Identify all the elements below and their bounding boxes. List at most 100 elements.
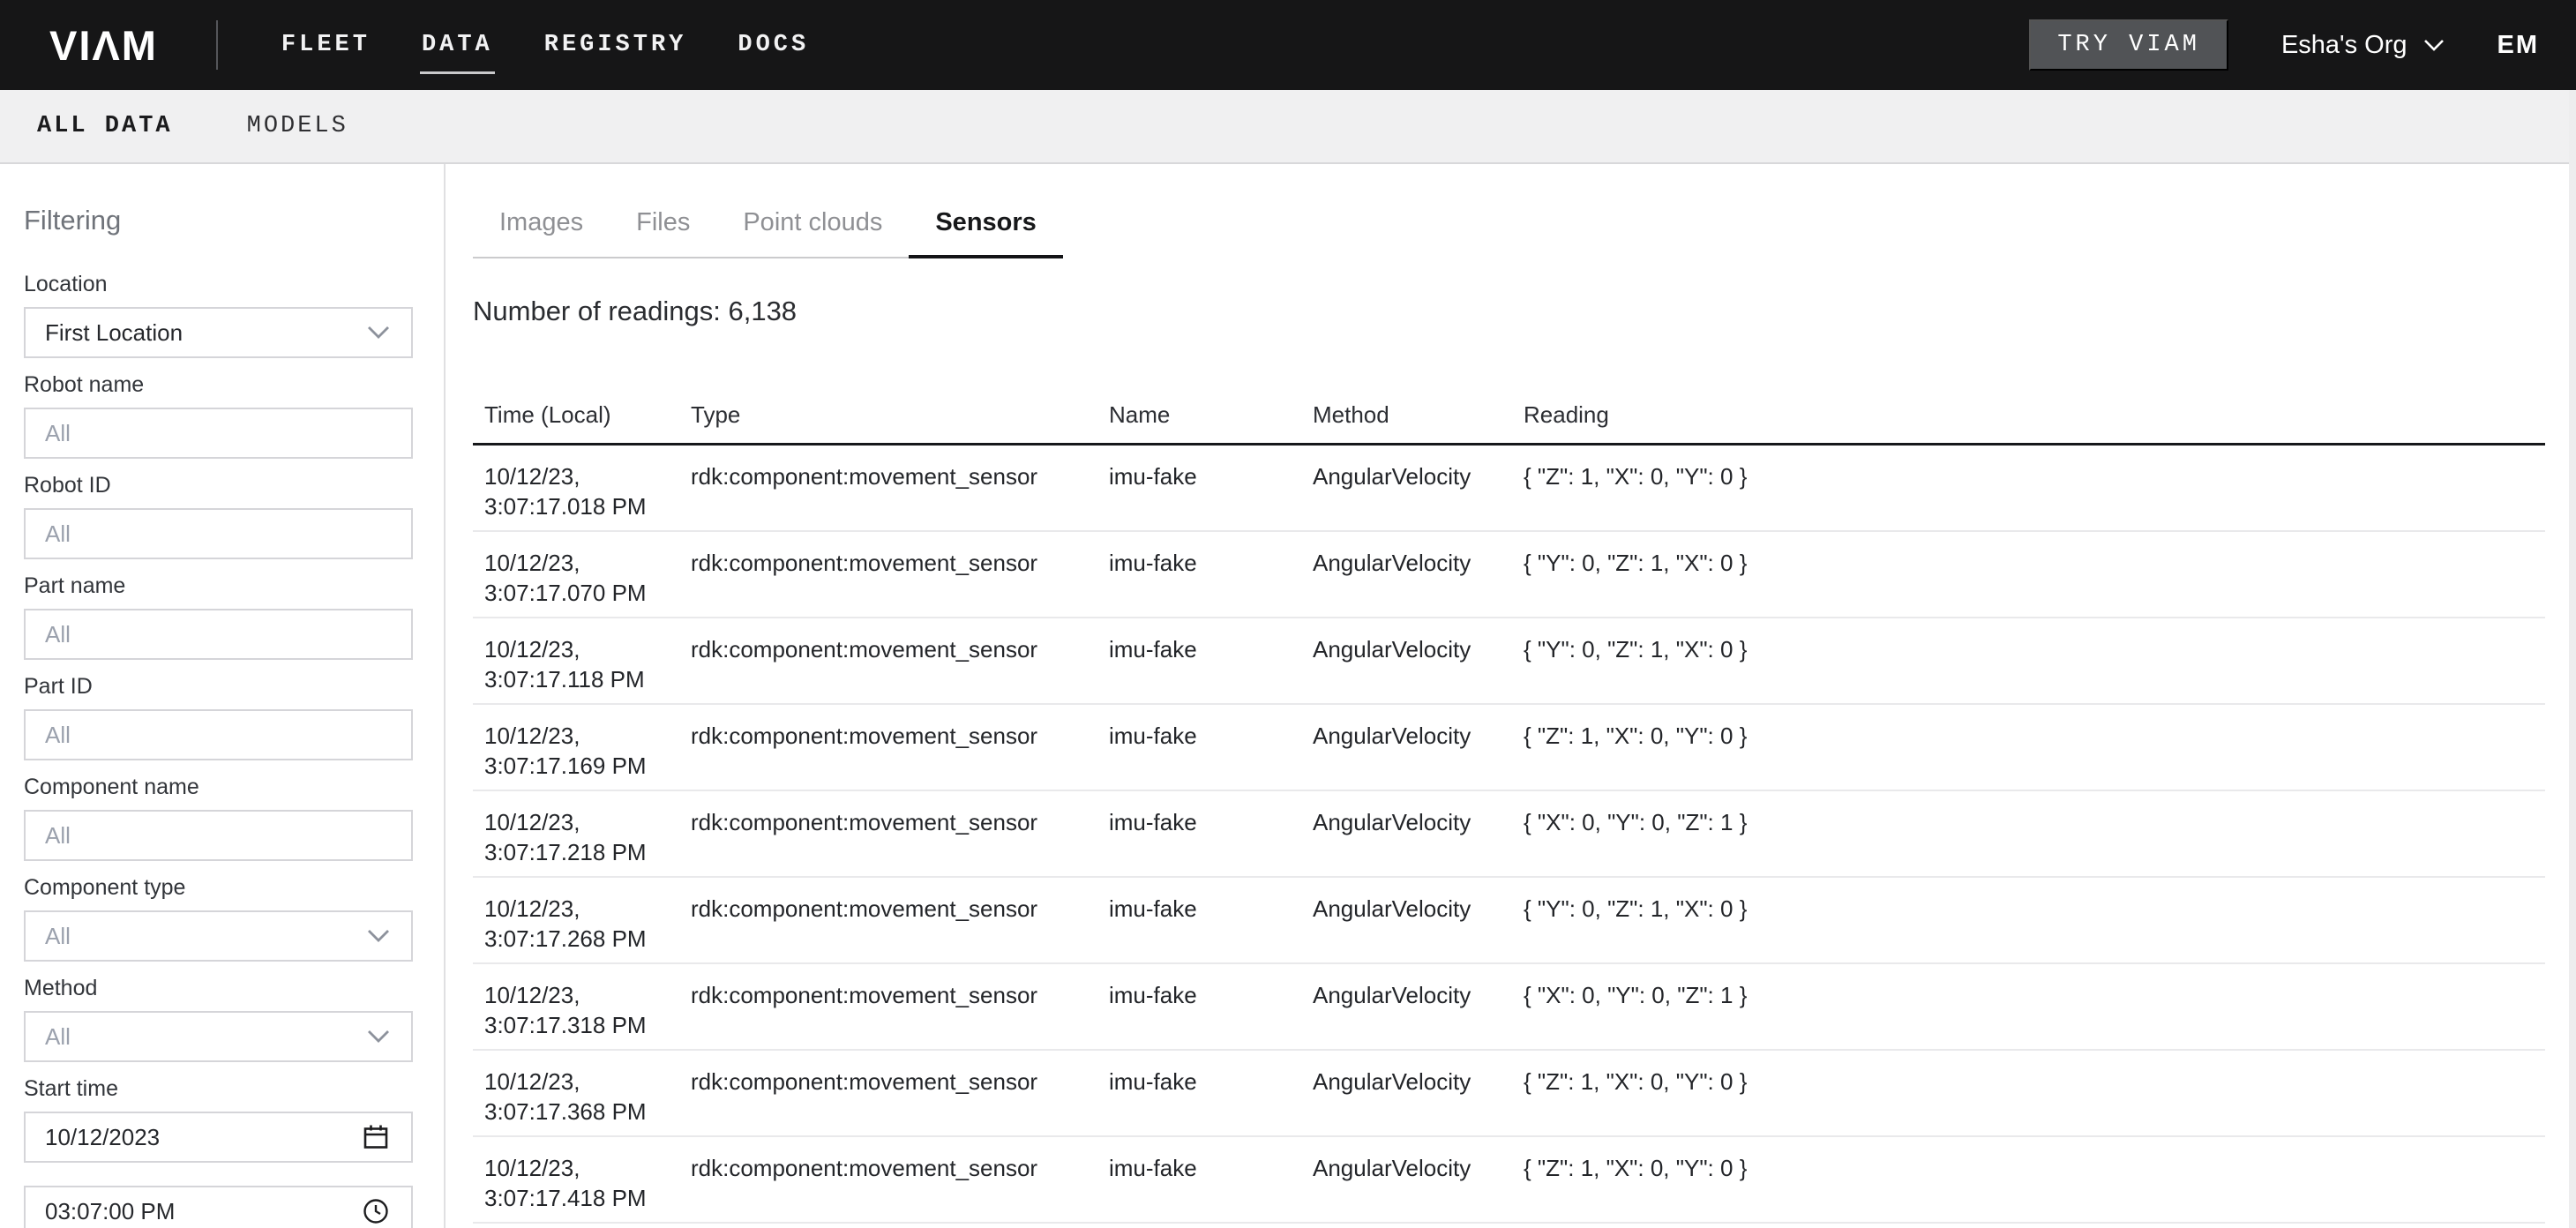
method-select[interactable]: All — [24, 1011, 413, 1062]
filter-heading: Filtering — [24, 205, 413, 236]
cell-method: AngularVelocity — [1313, 634, 1524, 703]
table-row[interactable]: 10/12/23, 3:07:17.418 PM rdk:component:m… — [473, 1137, 2545, 1224]
cell-time: 10/12/23, 3:07:17.418 PM — [484, 1153, 691, 1222]
cell-method: AngularVelocity — [1313, 461, 1524, 530]
nav-item-docs[interactable]: DOCS — [738, 23, 809, 67]
start-time-time-input[interactable]: 03:07:00 PM — [24, 1186, 413, 1228]
nav-item-registry[interactable]: REGISTRY — [544, 23, 687, 67]
cell-time: 10/12/23, 3:07:17.218 PM — [484, 807, 691, 876]
robot-id-input[interactable] — [24, 508, 413, 559]
top-nav: VIΛM FLEET DATA REGISTRY DOCS TRY VIAM E… — [0, 0, 2576, 90]
table-row[interactable]: 10/12/23, 3:07:17.218 PM rdk:component:m… — [473, 791, 2545, 878]
tab-images[interactable]: Images — [473, 208, 610, 258]
select-value: All — [45, 1023, 71, 1051]
table-row[interactable]: 10/12/23, 3:07:17.368 PM rdk:component:m… — [473, 1051, 2545, 1137]
cell-name: imu-fake — [1109, 807, 1313, 876]
table-row[interactable]: 10/12/23, 3:07:17.018 PM rdk:component:m… — [473, 446, 2545, 532]
main-content: Images Files Point clouds Sensors Number… — [446, 164, 2576, 1228]
cell-name: imu-fake — [1109, 1067, 1313, 1135]
cell-time: 10/12/23, 3:07:17.268 PM — [484, 894, 691, 962]
nav-item-fleet[interactable]: FLEET — [281, 23, 371, 67]
chevron-down-icon — [367, 326, 390, 340]
cell-type: rdk:component:movement_sensor — [691, 807, 1109, 876]
page-scrollbar[interactable] — [2569, 90, 2576, 1228]
table-row[interactable]: 10/12/23, 3:07:17.268 PM rdk:component:m… — [473, 878, 2545, 964]
viam-logo[interactable]: VIΛM — [49, 21, 158, 70]
table-row[interactable]: 10/12/23, 3:07:17.318 PM rdk:component:m… — [473, 964, 2545, 1051]
content-layout: Filtering Location First Location Robot … — [0, 164, 2576, 1228]
readings-count: Number of readings: 6,138 — [473, 296, 2576, 327]
cell-type: rdk:component:movement_sensor — [691, 461, 1109, 530]
cell-reading: { "Y": 0, "Z": 1, "X": 0 } — [1524, 548, 2545, 617]
primary-nav: FLEET DATA REGISTRY DOCS — [281, 23, 809, 67]
field-label: Part name — [24, 573, 413, 598]
part-id-input[interactable] — [24, 709, 413, 760]
filter-field-part-id: Part ID — [24, 674, 413, 760]
filter-field-robot-name: Robot name — [24, 372, 413, 459]
component-type-select[interactable]: All — [24, 910, 413, 962]
table-row[interactable]: 10/12/23, 3:07:17.070 PM rdk:component:m… — [473, 532, 2545, 618]
filter-field-component-type: Component type All — [24, 875, 413, 962]
cell-time: 10/12/23, 3:07:17.368 PM — [484, 1067, 691, 1135]
cell-reading: { "Y": 0, "Z": 1, "X": 0 } — [1524, 894, 2545, 962]
tab-sensors[interactable]: Sensors — [909, 208, 1062, 258]
cell-type: rdk:component:movement_sensor — [691, 634, 1109, 703]
col-header-name: Name — [1109, 401, 1313, 429]
filter-field-part-name: Part name — [24, 573, 413, 660]
filter-field-location: Location First Location — [24, 272, 413, 358]
sensor-readings-table: Time (Local) Type Name Method Reading 10… — [473, 373, 2545, 1224]
chevron-down-icon — [367, 1030, 390, 1044]
cell-name: imu-fake — [1109, 634, 1313, 703]
component-name-input[interactable] — [24, 810, 413, 861]
filter-field-method: Method All — [24, 976, 413, 1062]
table-row[interactable]: 10/12/23, 3:07:17.118 PM rdk:component:m… — [473, 618, 2545, 705]
nav-divider — [216, 20, 218, 70]
cell-type: rdk:component:movement_sensor — [691, 1067, 1109, 1135]
cell-name: imu-fake — [1109, 980, 1313, 1049]
try-viam-button[interactable]: TRY VIAM — [2029, 19, 2228, 71]
filter-field-component-name: Component name — [24, 775, 413, 861]
tab-files[interactable]: Files — [610, 208, 716, 258]
calendar-icon — [362, 1123, 390, 1151]
robot-name-input[interactable] — [24, 408, 413, 459]
field-label: Component type — [24, 875, 413, 900]
field-label: Robot name — [24, 372, 413, 397]
table-body: 10/12/23, 3:07:17.018 PM rdk:component:m… — [473, 446, 2545, 1224]
viam-data-app: VIΛM FLEET DATA REGISTRY DOCS TRY VIAM E… — [0, 0, 2576, 1228]
tab-all-data[interactable]: ALL DATA — [37, 108, 173, 145]
table-row[interactable]: 10/12/23, 3:07:17.169 PM rdk:component:m… — [473, 705, 2545, 791]
cell-name: imu-fake — [1109, 548, 1313, 617]
cell-type: rdk:component:movement_sensor — [691, 721, 1109, 790]
location-select[interactable]: First Location — [24, 307, 413, 358]
cell-name: imu-fake — [1109, 1153, 1313, 1222]
tab-models[interactable]: MODELS — [247, 108, 348, 145]
cell-type: rdk:component:movement_sensor — [691, 1153, 1109, 1222]
part-name-input[interactable] — [24, 609, 413, 660]
cell-reading: { "Z": 1, "X": 0, "Y": 0 } — [1524, 461, 2545, 530]
field-label: Location — [24, 272, 413, 296]
date-value: 10/12/2023 — [45, 1124, 160, 1151]
tab-point-clouds[interactable]: Point clouds — [716, 208, 909, 258]
user-avatar-initials[interactable]: EM — [2497, 31, 2540, 60]
select-value: First Location — [45, 319, 183, 347]
filter-sidebar: Filtering Location First Location Robot … — [0, 164, 446, 1228]
col-header-time: Time (Local) — [484, 401, 691, 429]
chevron-down-icon — [367, 929, 390, 943]
cell-method: AngularVelocity — [1313, 980, 1524, 1049]
field-label: Part ID — [24, 674, 413, 699]
cell-time: 10/12/23, 3:07:17.018 PM — [484, 461, 691, 530]
cell-reading: { "Z": 1, "X": 0, "Y": 0 } — [1524, 1067, 2545, 1135]
nav-item-data[interactable]: DATA — [422, 23, 493, 67]
cell-name: imu-fake — [1109, 461, 1313, 530]
cell-reading: { "Y": 0, "Z": 1, "X": 0 } — [1524, 634, 2545, 703]
cell-reading: { "X": 0, "Y": 0, "Z": 1 } — [1524, 980, 2545, 1049]
cell-name: imu-fake — [1109, 894, 1313, 962]
cell-method: AngularVelocity — [1313, 1153, 1524, 1222]
field-label: Method — [24, 976, 413, 1000]
clock-icon — [362, 1197, 390, 1225]
cell-method: AngularVelocity — [1313, 894, 1524, 962]
filter-field-robot-id: Robot ID — [24, 473, 413, 559]
org-switcher[interactable]: Esha's Org — [2281, 31, 2445, 60]
start-time-date-input[interactable]: 10/12/2023 — [24, 1112, 413, 1163]
cell-method: AngularVelocity — [1313, 807, 1524, 876]
